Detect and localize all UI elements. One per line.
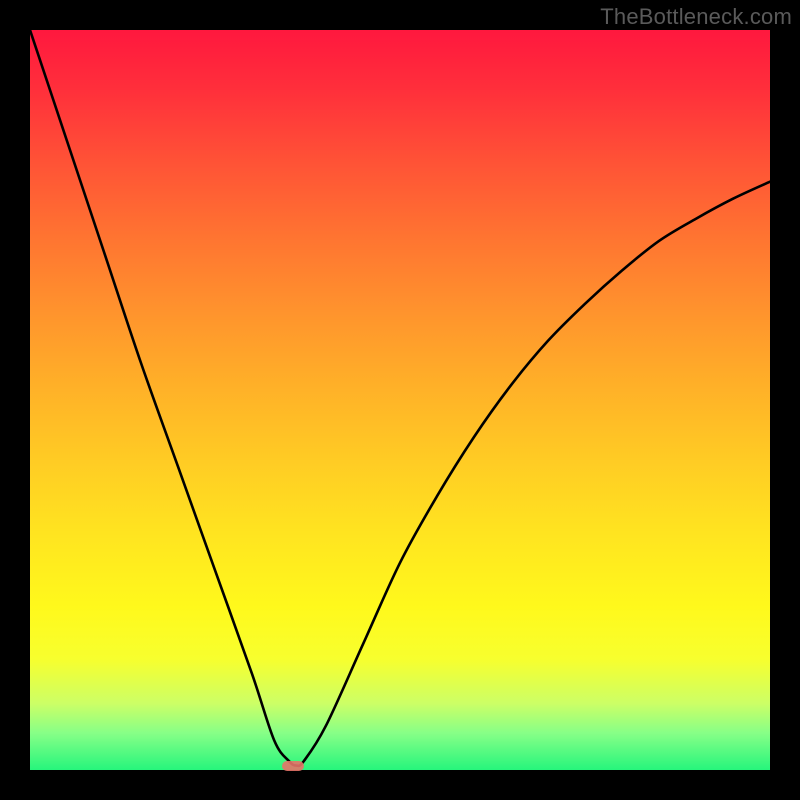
bottleneck-curve	[30, 30, 770, 770]
curve-minimum-marker	[282, 761, 304, 771]
chart-plot-area	[30, 30, 770, 770]
chart-frame: TheBottleneck.com	[0, 0, 800, 800]
watermark-text: TheBottleneck.com	[600, 4, 792, 30]
